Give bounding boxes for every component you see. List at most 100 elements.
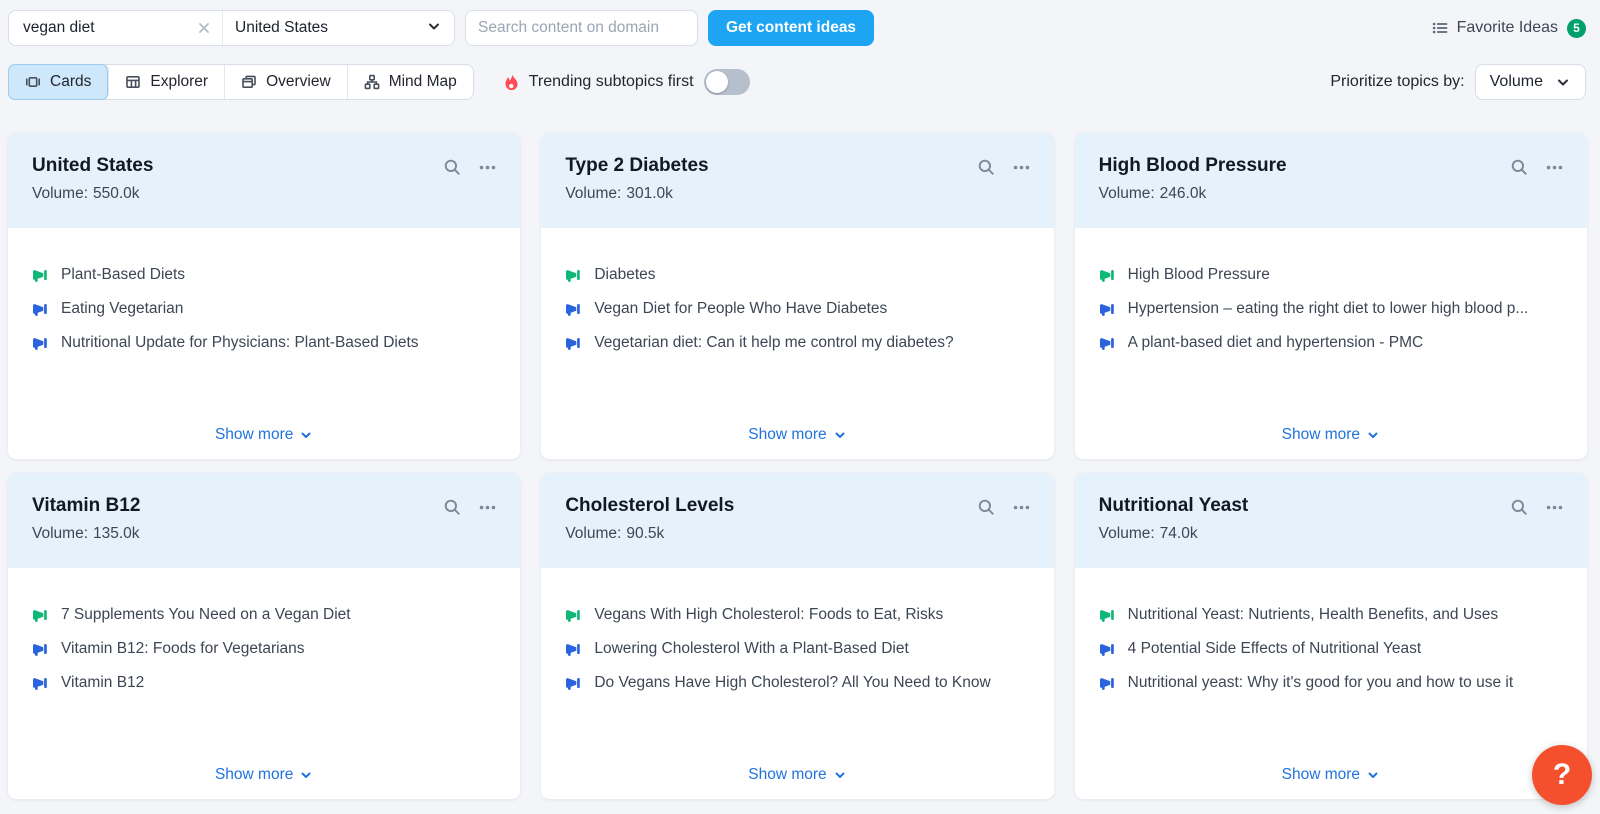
- topic-item[interactable]: 7 Supplements You Need on a Vegan Diet: [32, 604, 496, 625]
- topic-item[interactable]: Vitamin B12: [32, 672, 496, 693]
- country-select[interactable]: United States: [223, 11, 454, 45]
- megaphone-icon: [32, 301, 48, 317]
- tab-explorer[interactable]: Explorer: [109, 65, 226, 99]
- topic-item[interactable]: 4 Potential Side Effects of Nutritional …: [1099, 638, 1563, 659]
- tab-cards-label: Cards: [50, 73, 92, 90]
- topic-item-label: Do Vegans Have High Cholesterol? All You…: [594, 674, 991, 691]
- show-more-link[interactable]: Show more: [1282, 426, 1380, 459]
- topic-item[interactable]: Vegan Diet for People Who Have Diabetes: [565, 298, 1029, 319]
- topic-item[interactable]: Diabetes: [565, 264, 1029, 285]
- topic-item-label: Diabetes: [594, 266, 656, 283]
- megaphone-icon: [565, 335, 581, 351]
- topic-item[interactable]: Vegetarian diet: Can it help me control …: [565, 332, 1029, 353]
- topic-item-label: Eating Vegetarian: [61, 300, 184, 317]
- get-content-ideas-button[interactable]: Get content ideas: [708, 10, 875, 46]
- chevron-down-icon: [833, 768, 847, 782]
- card-header: Cholesterol Levels Volume: 90.5k: [541, 473, 1054, 568]
- tab-cards[interactable]: Cards: [8, 64, 110, 100]
- search-icon[interactable]: [443, 158, 461, 176]
- view-tabs: Cards Explorer Overview Mind Map: [8, 64, 474, 100]
- show-more-link[interactable]: Show more: [1282, 766, 1380, 799]
- domain-search-wrap: [465, 10, 698, 46]
- topic-item-label: Vitamin B12: [61, 674, 145, 691]
- list-icon: [1431, 20, 1448, 36]
- tab-overview[interactable]: Overview: [225, 65, 348, 99]
- tab-mind-map[interactable]: Mind Map: [348, 65, 473, 99]
- topic-card-type-2-diabetes: Type 2 Diabetes Volume: 301.0k Diabetes: [541, 133, 1054, 459]
- topic-item-label: 7 Supplements You Need on a Vegan Diet: [61, 606, 351, 623]
- top-toolbar: United States Get content ideas Favorite…: [8, 10, 1586, 46]
- topic-item-label: A plant-based diet and hypertension - PM…: [1127, 334, 1424, 351]
- megaphone-icon: [32, 335, 48, 351]
- prioritize-label: Prioritize topics by:: [1330, 73, 1465, 90]
- megaphone-icon: [1099, 675, 1115, 691]
- favorite-ideas-button[interactable]: Favorite Ideas 5: [1431, 18, 1586, 38]
- more-options-icon[interactable]: [1013, 159, 1030, 176]
- trending-toggle[interactable]: [703, 69, 750, 95]
- megaphone-icon: [565, 267, 581, 283]
- more-options-icon[interactable]: [479, 499, 496, 516]
- chevron-down-icon: [833, 428, 847, 442]
- tab-overview-label: Overview: [266, 73, 331, 90]
- topic-item[interactable]: Do Vegans Have High Cholesterol? All You…: [565, 672, 1029, 693]
- overview-icon: [241, 74, 257, 90]
- search-icon[interactable]: [977, 158, 995, 176]
- card-header: Nutritional Yeast Volume: 74.0k: [1074, 473, 1587, 568]
- more-options-icon[interactable]: [1546, 499, 1563, 516]
- chevron-down-icon: [299, 768, 313, 782]
- megaphone-icon: [565, 675, 581, 691]
- megaphone-icon: [565, 301, 581, 317]
- search-icon[interactable]: [443, 498, 461, 516]
- show-more-link[interactable]: Show more: [215, 426, 313, 459]
- prioritize-select[interactable]: Volume: [1474, 64, 1586, 100]
- search-icon[interactable]: [977, 498, 995, 516]
- topic-item[interactable]: Plant-Based Diets: [32, 264, 496, 285]
- topic-item[interactable]: Nutritional Yeast: Nutrients, Health Ben…: [1099, 604, 1563, 625]
- show-more-link[interactable]: Show more: [748, 426, 846, 459]
- favorite-ideas-count-badge: 5: [1567, 18, 1586, 38]
- card-header: High Blood Pressure Volume: 246.0k: [1074, 133, 1587, 228]
- topic-research-app: United States Get content ideas Favorite…: [0, 0, 1600, 814]
- chevron-down-icon: [1366, 768, 1380, 782]
- trending-subtopics-control: Trending subtopics first: [500, 69, 750, 95]
- topic-item-label: Vegans With High Cholesterol: Foods to E…: [594, 606, 944, 623]
- toggle-knob: [705, 71, 728, 93]
- topic-item[interactable]: Nutritional yeast: Why it's good for you…: [1099, 672, 1563, 693]
- more-options-icon[interactable]: [479, 159, 496, 176]
- chevron-down-icon: [1555, 74, 1571, 90]
- topic-item[interactable]: High Blood Pressure: [1099, 264, 1563, 285]
- search-icon[interactable]: [1510, 158, 1528, 176]
- megaphone-icon: [1099, 301, 1115, 317]
- topic-item-label: Vegan Diet for People Who Have Diabetes: [594, 300, 888, 317]
- clear-keyword-icon[interactable]: [196, 20, 212, 36]
- megaphone-icon: [565, 607, 581, 623]
- topic-card-nutritional-yeast: Nutritional Yeast Volume: 74.0k Nutritio…: [1074, 473, 1587, 799]
- more-options-icon[interactable]: [1546, 159, 1563, 176]
- cards-icon: [25, 74, 41, 90]
- topic-item[interactable]: Eating Vegetarian: [32, 298, 496, 319]
- view-toolbar: Cards Explorer Overview Mind Map Trendin…: [8, 64, 1586, 100]
- card-volume: Volume: 246.0k: [1098, 185, 1207, 202]
- topic-item[interactable]: Hypertension – eating the right diet to …: [1099, 298, 1563, 319]
- topic-item[interactable]: Lowering Cholesterol With a Plant-Based …: [565, 638, 1029, 659]
- favorite-ideas-label: Favorite Ideas: [1456, 19, 1558, 36]
- topic-item[interactable]: Vegans With High Cholesterol: Foods to E…: [565, 604, 1029, 625]
- search-icon[interactable]: [1510, 498, 1528, 516]
- show-more-link[interactable]: Show more: [748, 766, 846, 799]
- domain-search-input[interactable]: [466, 19, 697, 37]
- show-more-link[interactable]: Show more: [215, 766, 313, 799]
- topic-item[interactable]: A plant-based diet and hypertension - PM…: [1099, 332, 1563, 353]
- card-title: United States: [32, 155, 154, 176]
- card-header: United States Volume: 550.0k: [8, 133, 521, 228]
- topic-item[interactable]: Vitamin B12: Foods for Vegetarians: [32, 638, 496, 659]
- country-select-value: United States: [235, 19, 329, 36]
- more-options-icon[interactable]: [1013, 499, 1030, 516]
- card-volume: Volume: 90.5k: [565, 525, 665, 542]
- keyword-input[interactable]: [21, 18, 196, 38]
- topic-item-label: Hypertension – eating the right diet to …: [1127, 300, 1529, 317]
- topic-item[interactable]: Nutritional Update for Physicians: Plant…: [32, 332, 496, 353]
- help-button[interactable]: ?: [1532, 745, 1592, 805]
- topic-item-label: Nutritional yeast: Why it's good for you…: [1127, 674, 1514, 691]
- topic-card-vitamin-b12: Vitamin B12 Volume: 135.0k 7 Supplements…: [8, 473, 521, 799]
- megaphone-icon: [32, 267, 48, 283]
